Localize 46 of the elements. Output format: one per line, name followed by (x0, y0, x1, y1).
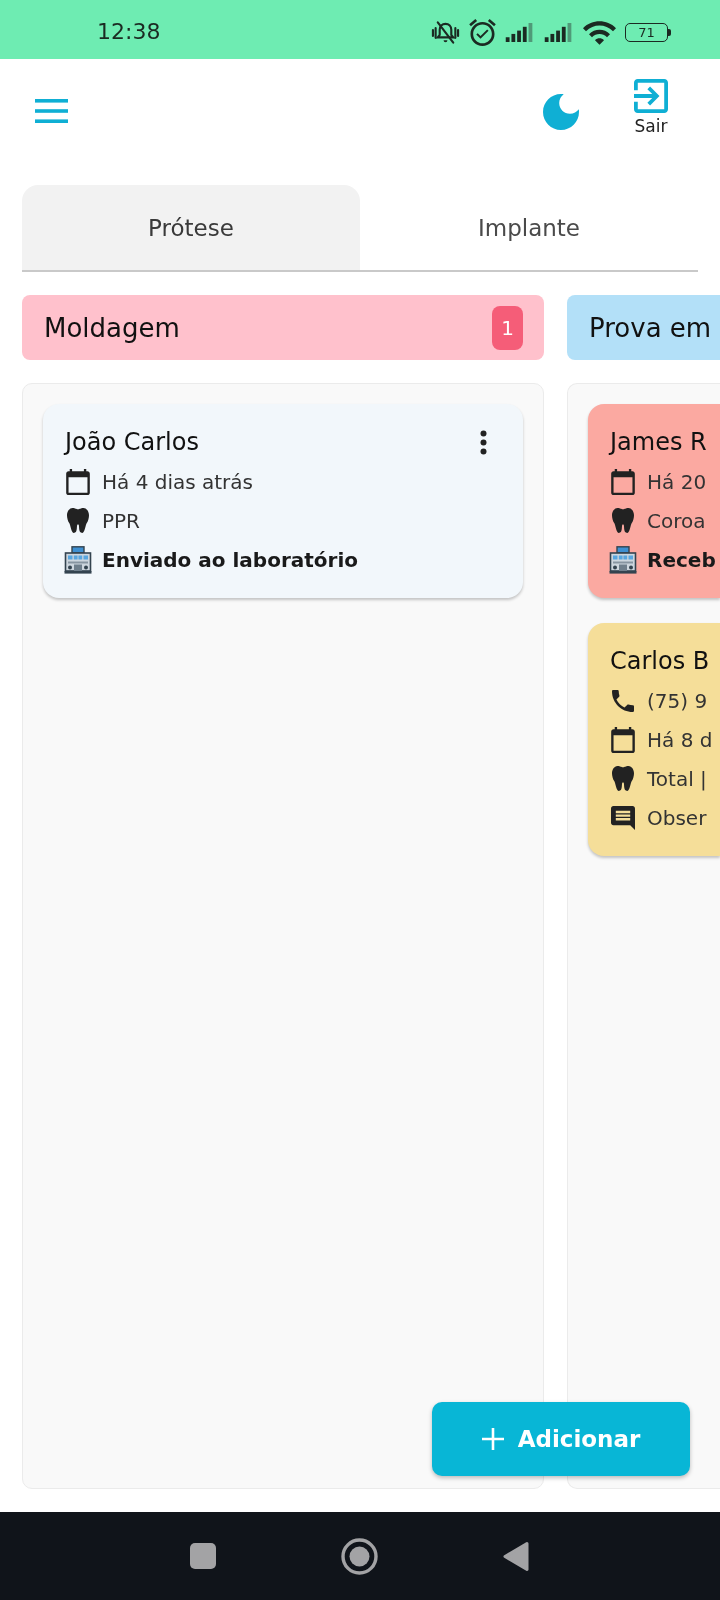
patient-card[interactable]: James R Há 20 Coroa Receb (588, 404, 720, 598)
more-options-icon[interactable] (480, 429, 487, 455)
comment-icon (611, 805, 635, 830)
calendar-icon (66, 468, 90, 495)
building-icon (609, 545, 637, 574)
menu-icon[interactable] (35, 98, 68, 123)
lab-status: Receb (647, 547, 716, 572)
recent-apps-icon[interactable] (190, 1543, 216, 1569)
patient-name: Carlos B (610, 647, 710, 675)
patient-name: James R (610, 428, 707, 456)
moon-icon[interactable] (543, 93, 579, 130)
patient-card[interactable]: João Carlos Há 4 dias atrás PPR Enviado ao laboratório (43, 404, 523, 598)
date-text: Há 20 (647, 469, 707, 494)
logout-icon (634, 79, 668, 113)
date-text: Há 4 dias atrás (102, 469, 253, 494)
status-time: 12:38 (97, 19, 161, 44)
signal-icon (544, 23, 574, 42)
count-badge: 1 (492, 305, 523, 350)
alarm-icon (469, 19, 496, 46)
column-title: Moldagem (44, 312, 180, 343)
patient-card[interactable]: Carlos B (75) 9 Há 8 d Total | Obser (588, 623, 720, 856)
battery-indicator: 71 (625, 23, 671, 42)
note-text: Obser (647, 805, 707, 830)
prosthesis-text: Coroa (647, 508, 706, 533)
tab[interactable]: Prótese (22, 185, 360, 270)
calendar-icon (611, 726, 635, 753)
tooth-icon (67, 508, 89, 533)
building-icon (64, 545, 92, 574)
lab-status: Enviado ao laboratório (102, 547, 359, 572)
tooth-icon (612, 766, 634, 791)
tooth-icon (612, 508, 634, 533)
logout-button[interactable]: Sair (634, 79, 668, 136)
signal-icon (505, 23, 535, 42)
date-text: Há 8 d (647, 727, 713, 752)
phone-number: (75) 9 (647, 688, 708, 713)
muted-bell-icon (431, 19, 460, 46)
prosthesis-text: Total | (647, 766, 707, 791)
wifi-icon (583, 20, 616, 45)
home-icon[interactable] (340, 1537, 378, 1575)
patient-name: João Carlos (65, 428, 199, 456)
column-title: Prova em (589, 312, 712, 343)
back-icon[interactable] (501, 1540, 529, 1572)
calendar-icon (611, 468, 635, 495)
prosthesis-text: PPR (102, 508, 141, 533)
phone-icon (612, 689, 634, 712)
plus-icon (481, 1428, 504, 1450)
